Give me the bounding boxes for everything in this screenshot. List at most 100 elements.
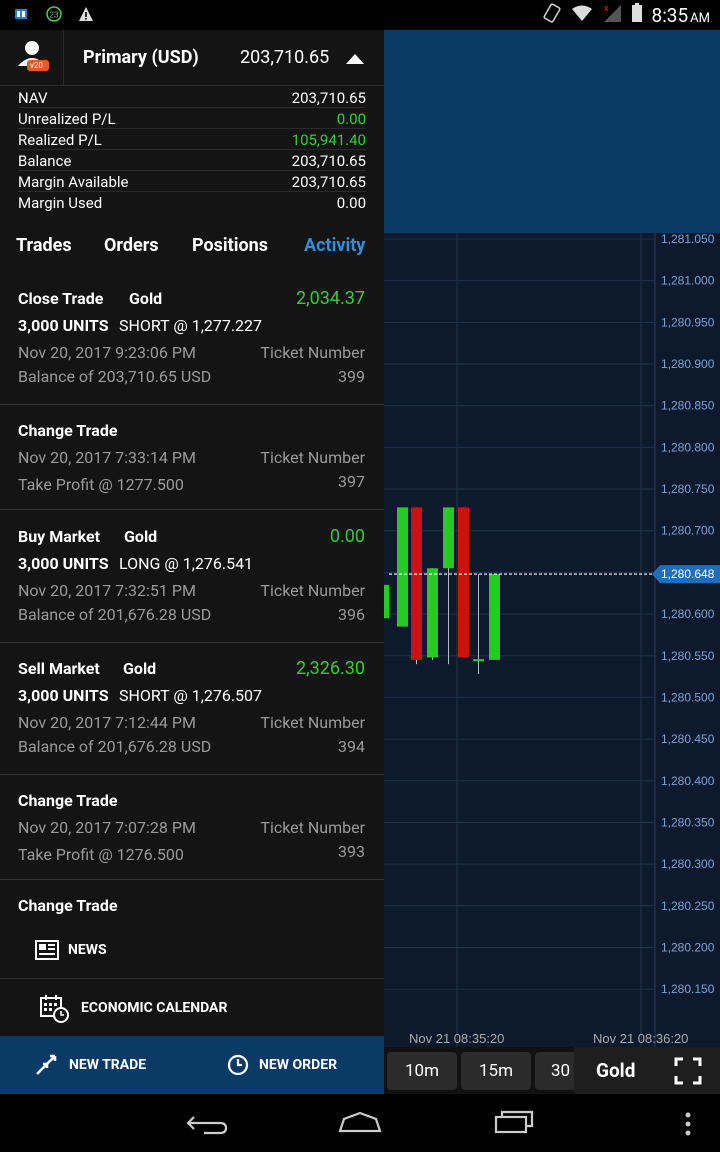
summary-label: Unrealized P/L: [18, 110, 116, 128]
badge-23-icon: 23: [46, 6, 62, 22]
calendar-icon: [40, 995, 69, 1023]
tab-positions[interactable]: Positions: [192, 235, 268, 256]
instrument-selector[interactable]: Gold: [574, 1047, 720, 1094]
activity-detail: SHORT @ 1,277.227: [119, 316, 263, 335]
new-order-label: NEW ORDER: [259, 1057, 338, 1073]
clock-time: 8:35: [651, 3, 689, 27]
y-tick-label: 1,280.800: [661, 440, 715, 454]
y-tick-label: 1,280.250: [661, 899, 715, 913]
activity-balance: Balance of 201,676.28 USD: [18, 605, 212, 624]
activity-units: 3,000 UNITS: [18, 316, 109, 335]
new-trade-button[interactable]: NEW TRADE: [35, 1036, 146, 1094]
candle-body: [458, 507, 469, 658]
summary-value: 105,941.40: [291, 131, 366, 149]
economic-calendar-menu-item[interactable]: ECONOMIC CALENDAR: [0, 980, 384, 1036]
activity-instrument: Gold: [129, 289, 163, 308]
y-tick-label: 1,280.900: [661, 357, 715, 371]
activity-item[interactable]: Sell Market Gold 2,326.30 3,000 UNITS SH…: [0, 643, 384, 775]
activity-units: 3,000 UNITS: [18, 686, 109, 705]
activity-type: Change Trade: [18, 421, 118, 440]
tab-orders[interactable]: Orders: [104, 235, 159, 256]
ticket-number: 397: [338, 472, 365, 491]
instrument-label: Gold: [596, 1059, 636, 1082]
ticket-label: Ticket Number: [260, 448, 365, 467]
tab-trades[interactable]: Trades: [16, 235, 72, 256]
activity-item[interactable]: Change Trade: [0, 880, 384, 921]
account-header[interactable]: v20 Primary (USD) 203,710.65: [0, 30, 384, 86]
activity-item[interactable]: Buy Market Gold 0.00 3,000 UNITS LONG @ …: [0, 510, 384, 643]
timeframe-15m-button[interactable]: 15m: [461, 1052, 531, 1090]
y-tick-label: 1,280.700: [661, 524, 715, 538]
user-icon: [18, 41, 49, 71]
timeframe-label: 15m: [478, 1061, 514, 1081]
activity-balance: Balance of 203,710.65 USD: [18, 367, 212, 386]
y-tick-label: 1,280.300: [661, 857, 715, 871]
chart-toolbar: 10m 15m 30 Gold: [384, 1047, 720, 1094]
back-icon[interactable]: [186, 1113, 228, 1135]
summary-label: NAV: [18, 89, 48, 107]
chart-canvas[interactable]: 1,281.050 1,281.000 1,280.950 1,280.900 1,28…: [384, 30, 720, 1047]
activity-date: Nov 20, 2017 7:32:51 PM: [18, 581, 196, 600]
ticket-number: 399: [338, 367, 365, 386]
y-tick-label: 1,280.450: [661, 732, 715, 746]
app-icon: [14, 6, 30, 22]
candle-body: [473, 659, 484, 662]
warning-icon: [78, 6, 94, 22]
overflow-menu-icon[interactable]: [684, 1112, 692, 1136]
account-balance: 203,710.65: [240, 47, 330, 68]
y-tick-label: 1,281.000: [661, 274, 715, 288]
home-icon[interactable]: [338, 1111, 382, 1133]
tab-activity[interactable]: Activity: [304, 235, 365, 256]
candle-body: [489, 574, 500, 660]
ticket-label: Ticket Number: [260, 818, 365, 837]
new-order-button[interactable]: NEW ORDER: [227, 1036, 337, 1094]
y-tick-label: 1,281.050: [661, 232, 715, 246]
current-price-label: 1,280.648: [661, 567, 715, 581]
signal-icon: x: [602, 3, 622, 27]
y-tick-label: 1,280.150: [661, 982, 715, 996]
trade-arrows-icon: [36, 1054, 57, 1075]
summary-row-margin-used: Margin Used 0.00: [18, 193, 366, 213]
y-tick-label: 1,280.350: [661, 815, 715, 829]
news-label: NEWS: [68, 942, 107, 958]
news-menu-item[interactable]: NEWS: [0, 921, 384, 979]
activity-detail: LONG @ 1,276.541: [119, 554, 254, 573]
price-chart[interactable]: 1,281.050 1,281.000 1,280.950 1,280.900 1,28…: [384, 30, 720, 1094]
recent-apps-icon[interactable]: [494, 1110, 536, 1134]
timeframe-10m-button[interactable]: 10m: [387, 1052, 457, 1090]
activity-item[interactable]: Change Trade Nov 20, 2017 7:07:28 PM Tic…: [0, 775, 384, 880]
ticket-number: 394: [338, 737, 365, 756]
candle-body: [427, 568, 438, 658]
rotate-icon: [542, 3, 562, 27]
activity-type: Change Trade: [18, 791, 118, 810]
wifi-icon: [571, 4, 593, 26]
activity-date: Nov 20, 2017 7:12:44 PM: [18, 713, 196, 732]
y-tick-label: 1,280.950: [661, 315, 715, 329]
summary-label: Realized P/L: [18, 131, 102, 149]
summary-row-balance: Balance 203,710.65: [18, 151, 366, 171]
activity-take-profit: Take Profit @ 1277.500: [18, 475, 184, 494]
fullscreen-icon[interactable]: [674, 1057, 702, 1085]
y-tick-label: 1,280.850: [661, 399, 715, 413]
avatar[interactable]: v20: [0, 30, 64, 86]
ticket-label: Ticket Number: [260, 343, 365, 362]
summary-value: 203,710.65: [291, 152, 366, 170]
activity-amount: 2,034.37: [296, 288, 365, 309]
activity-amount: 0.00: [329, 526, 365, 547]
activity-units: 3,000 UNITS: [18, 554, 109, 573]
activity-date: Nov 20, 2017 7:07:28 PM: [18, 818, 196, 837]
bottom-action-bar: NEW TRADE NEW ORDER: [0, 1036, 384, 1094]
system-nav-bar: [0, 1094, 720, 1152]
activity-item[interactable]: Change Trade Nov 20, 2017 7:33:14 PM Tic…: [0, 405, 384, 510]
clock-ampm: AM: [690, 10, 710, 26]
y-tick-label: 1,280.550: [661, 649, 715, 663]
collapse-caret-icon[interactable]: [346, 54, 364, 64]
y-tick-label: 1,280.400: [661, 774, 715, 788]
activity-amount: 2,326.30: [296, 658, 365, 679]
account-name: Primary (USD): [83, 47, 199, 68]
summary-label: Margin Used: [18, 194, 103, 212]
x-tick-label: Nov 21 08:36:20: [593, 1031, 688, 1046]
activity-item[interactable]: Close Trade Gold 2,034.37 3,000 UNITS SH…: [0, 274, 384, 405]
ticket-number: 393: [338, 842, 365, 861]
activity-instrument: Gold: [124, 527, 158, 546]
